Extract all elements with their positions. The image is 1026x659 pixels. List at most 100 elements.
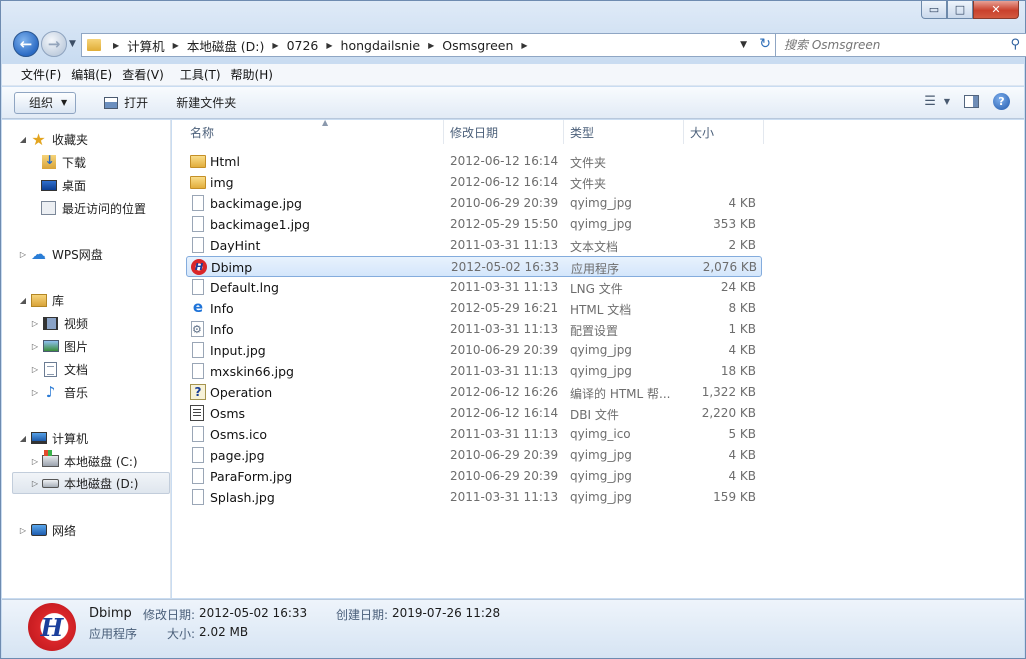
nav-label: 库 xyxy=(52,293,65,308)
file-name: Input.jpg xyxy=(210,343,266,358)
nav-wps-cloud[interactable]: ▷ ☁ WPS网盘 xyxy=(18,243,103,265)
column-header-type[interactable]: 类型 xyxy=(564,120,684,144)
refresh-icon[interactable]: ↻ xyxy=(759,36,771,52)
file-row[interactable]: e Info 2012-05-29 16:21 HTML 文档 8 KB xyxy=(186,298,762,319)
collapsed-arrow-icon[interactable]: ▷ xyxy=(30,388,40,397)
nav-computer[interactable]: ◢ 计算机 xyxy=(18,427,88,449)
preview-pane-icon[interactable] xyxy=(964,95,979,108)
file-row[interactable]: ParaForm.jpg 2010-06-29 20:39 qyimg_jpg 4 K… xyxy=(186,466,762,487)
breadcrumb-separator-icon[interactable]: ▶ xyxy=(428,41,434,50)
file-row[interactable]: Input.jpg 2010-06-29 20:39 qyimg_jpg 4 KB xyxy=(186,340,762,361)
file-row[interactable]: img 2012-06-12 16:14 文件夹 xyxy=(186,172,762,193)
nav-libraries[interactable]: ◢ 库 xyxy=(18,289,64,311)
column-header-size[interactable]: 大小 xyxy=(684,120,764,144)
nav-drive-d[interactable]: ▷ 本地磁盘 (D:) xyxy=(12,472,170,494)
nav-label: 本地磁盘 (D:) xyxy=(64,476,139,491)
nav-favorites[interactable]: ◢ ★ 收藏夹 xyxy=(18,128,88,150)
file-type: HTML 文档 xyxy=(570,303,632,317)
nav-pictures[interactable]: ▷ 图片 xyxy=(30,335,88,357)
column-header-name[interactable]: 名称 ▲ xyxy=(184,118,444,144)
search-icon[interactable]: ⚲ xyxy=(1010,37,1020,52)
menu-edit[interactable]: 编辑(E) xyxy=(67,66,118,83)
breadcrumb-separator-icon[interactable]: ▶ xyxy=(326,41,332,50)
file-modified-date: 2012-06-12 16:14 xyxy=(450,406,559,420)
file-row[interactable]: Osms.ico 2011-03-31 11:13 qyimg_ico 5 KB xyxy=(186,424,762,445)
nav-network[interactable]: ▷ 网络 xyxy=(18,519,76,541)
organize-button[interactable]: 组织 ▼ xyxy=(14,91,77,114)
breadcrumb-item[interactable]: 计算机 xyxy=(127,36,165,55)
nav-drive-c[interactable]: ▷ 本地磁盘 (C:) xyxy=(30,450,138,472)
file-modified-date: 2012-05-29 15:50 xyxy=(450,217,559,231)
address-dropdown-icon[interactable]: ▼ xyxy=(740,40,747,50)
menu-file[interactable]: 文件(F) xyxy=(2,66,67,83)
collapsed-arrow-icon[interactable]: ▷ xyxy=(30,479,40,488)
expanded-arrow-icon[interactable]: ◢ xyxy=(18,296,28,305)
file-name: Html xyxy=(210,154,240,169)
help-icon[interactable]: ? xyxy=(993,93,1010,110)
file-icon xyxy=(192,447,204,463)
file-row[interactable]: backimage.jpg 2010-06-29 20:39 qyimg_jpg 4 … xyxy=(186,193,762,214)
system-drive-icon xyxy=(42,450,59,467)
modified-label: 修改日期: xyxy=(143,608,196,622)
breadcrumb-item[interactable]: Osmsgreen xyxy=(442,38,513,53)
file-row[interactable]: backimage1.jpg 2012-05-29 15:50 qyimg_jpg 3… xyxy=(186,214,762,235)
nav-desktop[interactable]: 桌面 xyxy=(40,174,86,196)
search-input[interactable] xyxy=(784,38,994,52)
new-folder-button[interactable]: 新建文件夹 xyxy=(176,94,236,111)
breadcrumb-item[interactable]: 本地磁盘 (D:) xyxy=(187,36,265,55)
collapsed-arrow-icon[interactable]: ▷ xyxy=(30,365,40,374)
application-icon: H xyxy=(28,603,76,651)
file-icon xyxy=(192,279,204,295)
address-bar[interactable]: ▶ 计算机 ▶ 本地磁盘 (D:) ▶ 0726 ▶ hongdailsnie ▶ Osmsgre… xyxy=(81,33,778,57)
file-modified-date: 2010-06-29 20:39 xyxy=(450,196,559,210)
expanded-arrow-icon[interactable]: ◢ xyxy=(18,434,28,443)
file-row[interactable]: Info 2011-03-31 11:13 配置设置 1 KB xyxy=(186,319,762,340)
file-row[interactable]: Html 2012-06-12 16:14 文件夹 xyxy=(186,151,762,172)
menu-help[interactable]: 帮助(H) xyxy=(227,66,279,83)
breadcrumb-separator-icon[interactable]: ▶ xyxy=(521,41,527,50)
recent-pages-dropdown-icon[interactable]: ▼ xyxy=(69,39,76,49)
breadcrumb-separator-icon[interactable]: ▶ xyxy=(113,41,119,50)
collapsed-arrow-icon[interactable]: ▷ xyxy=(18,250,28,259)
file-row[interactable]: ? Operation 2012-06-12 16:26 编译的 HTML 帮... 1… xyxy=(186,382,762,403)
menu-view[interactable]: 查看(V) xyxy=(118,66,170,83)
file-row[interactable]: mxskin66.jpg 2011-03-31 11:13 qyimg_jpg 18 … xyxy=(186,361,762,382)
file-size: 4 KB xyxy=(728,469,756,483)
breadcrumb-separator-icon[interactable]: ▶ xyxy=(272,41,278,50)
maximize-button[interactable]: □ xyxy=(947,1,973,19)
nav-recent-places[interactable]: 最近访问的位置 xyxy=(40,197,146,219)
file-row[interactable]: DayHint 2011-03-31 11:13 文本文档 2 KB xyxy=(186,235,762,256)
change-view-button[interactable]: ☰ ▼ xyxy=(924,94,950,109)
expanded-arrow-icon[interactable]: ◢ xyxy=(18,135,28,144)
file-modified-date: 2010-06-29 20:39 xyxy=(450,343,559,357)
file-row[interactable]: H Dbimp 2012-05-02 16:33 应用程序 2,076 KB xyxy=(186,256,762,277)
collapsed-arrow-icon[interactable]: ▷ xyxy=(30,319,40,328)
minimize-button[interactable]: ▭ xyxy=(921,1,947,19)
collapsed-arrow-icon[interactable]: ▷ xyxy=(18,526,28,535)
forward-button[interactable]: → xyxy=(41,31,67,57)
search-box[interactable]: ⚲ xyxy=(775,33,1026,57)
file-row[interactable]: page.jpg 2010-06-29 20:39 qyimg_jpg 4 KB xyxy=(186,445,762,466)
back-button[interactable]: ← xyxy=(13,31,39,57)
collapsed-arrow-icon[interactable]: ▷ xyxy=(30,342,40,351)
column-header-date[interactable]: 修改日期 xyxy=(444,120,564,144)
folder-icon xyxy=(190,176,206,189)
menu-tools[interactable]: 工具(T) xyxy=(170,66,227,83)
breadcrumb-item[interactable]: 0726 xyxy=(287,38,319,53)
breadcrumb-item[interactable]: hongdailsnie xyxy=(341,38,421,53)
file-row[interactable]: Splash.jpg 2011-03-31 11:13 qyimg_jpg 159 K… xyxy=(186,487,762,508)
breadcrumb-separator-icon[interactable]: ▶ xyxy=(173,41,179,50)
open-button[interactable]: 打开 xyxy=(104,94,148,111)
nav-music[interactable]: ▷ ♪ 音乐 xyxy=(30,381,88,403)
file-row[interactable]: Osms 2012-06-12 16:14 DBI 文件 2,220 KB xyxy=(186,403,762,424)
nav-downloads[interactable]: 下载 xyxy=(40,151,86,173)
collapsed-arrow-icon[interactable]: ▷ xyxy=(30,457,40,466)
file-modified-date: 2011-03-31 11:13 xyxy=(450,238,559,252)
nav-documents[interactable]: ▷ 文档 xyxy=(30,358,88,380)
chevron-down-icon: ▼ xyxy=(943,97,950,106)
file-type: qyimg_jpg xyxy=(570,343,632,357)
file-icon xyxy=(192,489,204,505)
close-button[interactable]: ✕ xyxy=(973,1,1019,19)
nav-videos[interactable]: ▷ 视频 xyxy=(30,312,88,334)
file-row[interactable]: Default.lng 2011-03-31 11:13 LNG 文件 24 KB xyxy=(186,277,762,298)
